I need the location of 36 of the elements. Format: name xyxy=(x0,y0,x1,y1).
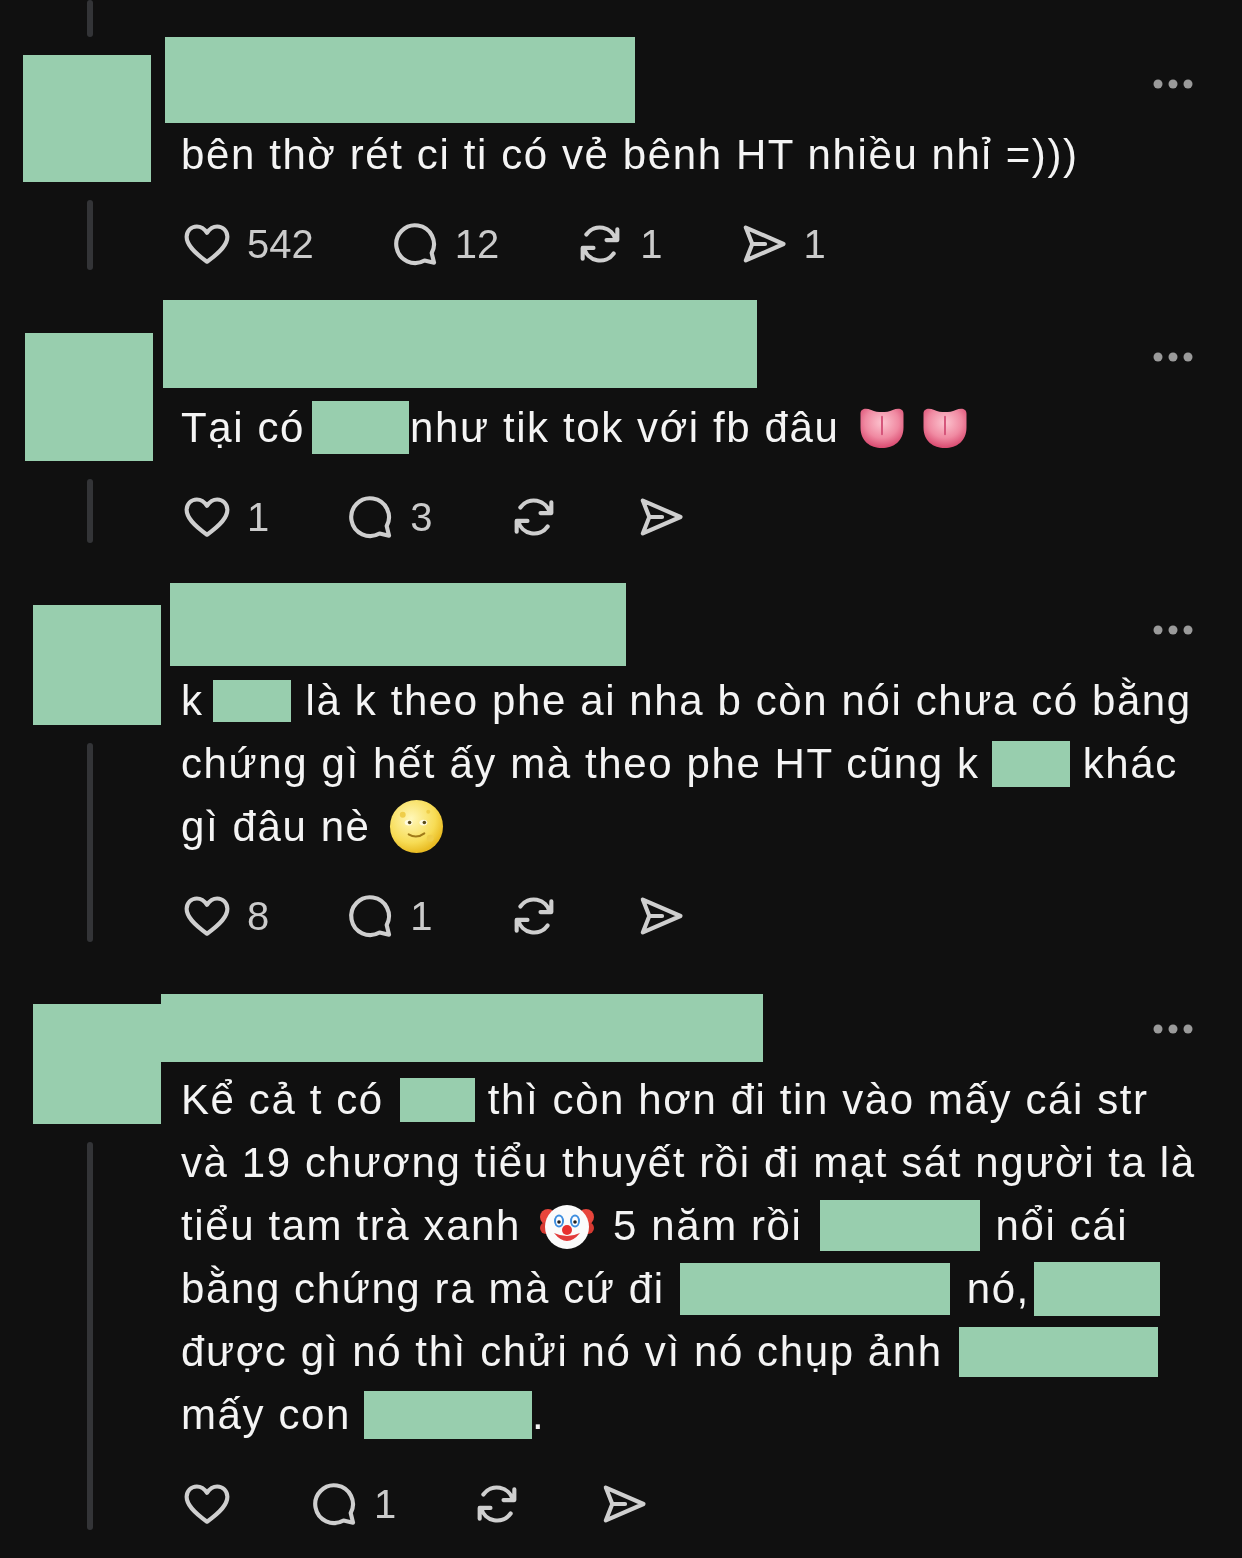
comment-text: Kể cả t có xyxy=(181,1074,384,1125)
share-button[interactable]: 1 xyxy=(737,218,826,270)
moon-face-icon xyxy=(388,799,444,854)
comment-text: như tik tok với fb đâu xyxy=(410,402,840,453)
comment-text: nó, xyxy=(966,1263,1030,1314)
more-icon[interactable] xyxy=(1153,625,1193,635)
comment-text: thì còn hơn đi tin vào mấy cái str xyxy=(487,1074,1149,1125)
reply-button[interactable]: 1 xyxy=(344,890,433,942)
like-button[interactable]: 542 xyxy=(181,218,314,270)
comment-text: gì đâu nè xyxy=(181,801,371,852)
thread-line xyxy=(87,0,93,37)
comment-text: là k theo phe ai nha b còn nói chưa có bằng xyxy=(305,675,1192,726)
reply-button[interactable]: 1 xyxy=(308,1478,397,1530)
comment-text: k xyxy=(181,675,204,726)
comment-text: tiểu tam trà xanh xyxy=(181,1200,522,1251)
more-icon[interactable] xyxy=(1153,352,1193,362)
comment-text: khác xyxy=(1082,738,1178,789)
comment-text: được gì nó thì chửi nó vì nó chụp ảnh xyxy=(181,1326,943,1377)
comment-text: bên thờ rét ci ti có vẻ bênh HT nhiều nhỉ =))) xyxy=(181,129,1079,180)
thread-line xyxy=(87,200,93,270)
like-button[interactable]: 8 xyxy=(181,890,270,942)
comment-text: 5 năm rồi xyxy=(613,1200,803,1251)
like-button[interactable]: 1 xyxy=(181,491,270,543)
repost-button[interactable]: 1 xyxy=(574,218,663,270)
comment-text: bằng chứng ra mà cứ đi xyxy=(181,1263,665,1314)
reply-button[interactable]: 12 xyxy=(388,218,500,270)
comment-text: và 19 chương tiểu thuyết rồi đi mạt sát người ta là xyxy=(181,1137,1196,1188)
comment-text: chứng gì hết ấy mà theo phe HT cũng k xyxy=(181,738,980,789)
comment-text: . xyxy=(531,1389,546,1440)
more-icon[interactable] xyxy=(1153,79,1193,89)
more-icon[interactable] xyxy=(1153,1024,1193,1034)
comment-text: mấy con xyxy=(181,1389,351,1440)
reply-button[interactable]: 3 xyxy=(344,491,433,543)
comment-text: nổi cái xyxy=(995,1200,1129,1251)
thread-line xyxy=(87,479,93,543)
comment-text: Tại có xyxy=(181,402,305,453)
